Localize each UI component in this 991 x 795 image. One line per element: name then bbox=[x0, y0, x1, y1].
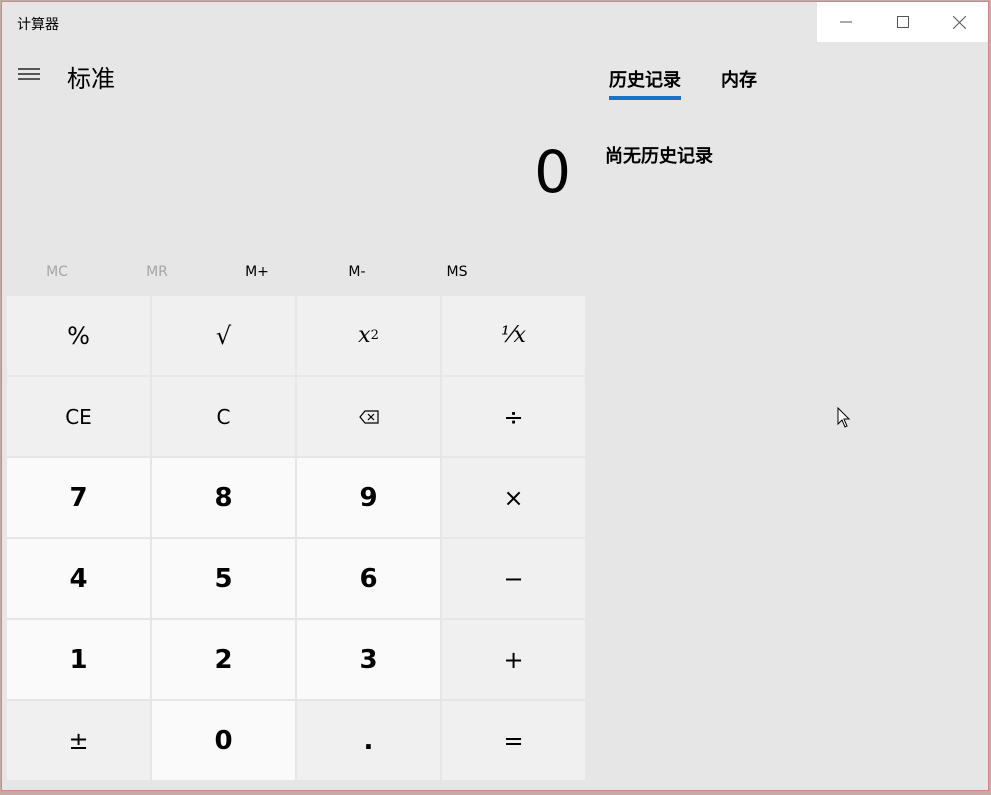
divide-button[interactable]: ÷ bbox=[442, 377, 585, 456]
memory-recall-button[interactable]: MR bbox=[107, 257, 207, 287]
multiply-button[interactable]: × bbox=[442, 458, 585, 537]
history-empty-message: 尚无历史记录 bbox=[605, 146, 713, 167]
clear-button[interactable]: C bbox=[152, 377, 295, 456]
square-exponent: 2 bbox=[370, 328, 379, 343]
digit-9-button[interactable]: 9 bbox=[297, 458, 440, 537]
equals-button[interactable]: = bbox=[442, 701, 585, 780]
square-root-button[interactable]: √ bbox=[152, 296, 295, 375]
close-button[interactable] bbox=[931, 2, 988, 42]
memory-subtract-button[interactable]: M- bbox=[307, 257, 407, 287]
square-button[interactable]: x2 bbox=[297, 296, 440, 375]
percent-button[interactable]: % bbox=[7, 296, 150, 375]
plus-button[interactable]: + bbox=[442, 620, 585, 699]
maximize-icon bbox=[896, 16, 909, 28]
digit-2-button[interactable]: 2 bbox=[152, 620, 295, 699]
minimize-icon bbox=[839, 21, 852, 23]
caption-buttons bbox=[817, 2, 988, 42]
tab-memory[interactable]: 内存 bbox=[721, 66, 757, 100]
backspace-button[interactable] bbox=[297, 377, 440, 456]
digit-0-button[interactable]: 0 bbox=[152, 701, 295, 780]
maximize-button[interactable] bbox=[874, 2, 931, 42]
backspace-icon bbox=[358, 409, 379, 424]
digit-1-button[interactable]: 1 bbox=[7, 620, 150, 699]
minimize-button[interactable] bbox=[817, 2, 874, 42]
square-base: x bbox=[358, 323, 371, 348]
memory-store-button[interactable]: MS bbox=[407, 257, 507, 287]
memory-add-button[interactable]: M+ bbox=[207, 257, 307, 287]
digit-6-button[interactable]: 6 bbox=[297, 539, 440, 618]
memory-toolbar: MC MR M+ M- MS bbox=[7, 257, 507, 287]
calculator-window: 计算器 标准 0 MC MR M+ M- MS % √ x 2 ⅟x CE C … bbox=[1, 1, 989, 791]
clear-entry-button[interactable]: CE bbox=[7, 377, 150, 456]
negate-button[interactable]: ± bbox=[7, 701, 150, 780]
calculator-mode-title: 标准 bbox=[67, 65, 115, 93]
digit-4-button[interactable]: 4 bbox=[7, 539, 150, 618]
result-display: 0 bbox=[534, 138, 571, 206]
close-icon bbox=[953, 15, 966, 29]
minus-button[interactable]: − bbox=[442, 539, 585, 618]
digit-5-button[interactable]: 5 bbox=[152, 539, 295, 618]
hamburger-icon bbox=[18, 68, 40, 80]
keypad: % √ x2 ⅟x CE C ÷ 7 8 9 × 4 5 6 − 1 2 3 +… bbox=[7, 296, 587, 780]
app-title: 计算器 bbox=[17, 17, 59, 33]
digit-8-button[interactable]: 8 bbox=[152, 458, 295, 537]
digit-3-button[interactable]: 3 bbox=[297, 620, 440, 699]
digit-7-button[interactable]: 7 bbox=[7, 458, 150, 537]
side-panel-tabs: 历史记录 内存 bbox=[609, 66, 757, 100]
reciprocal-button[interactable]: ⅟x bbox=[442, 296, 585, 375]
decimal-button[interactable]: . bbox=[297, 701, 440, 780]
title-bar[interactable]: 计算器 bbox=[2, 2, 988, 44]
mouse-cursor-icon bbox=[837, 407, 851, 428]
tab-history[interactable]: 历史记录 bbox=[609, 66, 681, 100]
memory-clear-button[interactable]: MC bbox=[7, 257, 107, 287]
navigation-menu-button[interactable] bbox=[17, 65, 41, 83]
